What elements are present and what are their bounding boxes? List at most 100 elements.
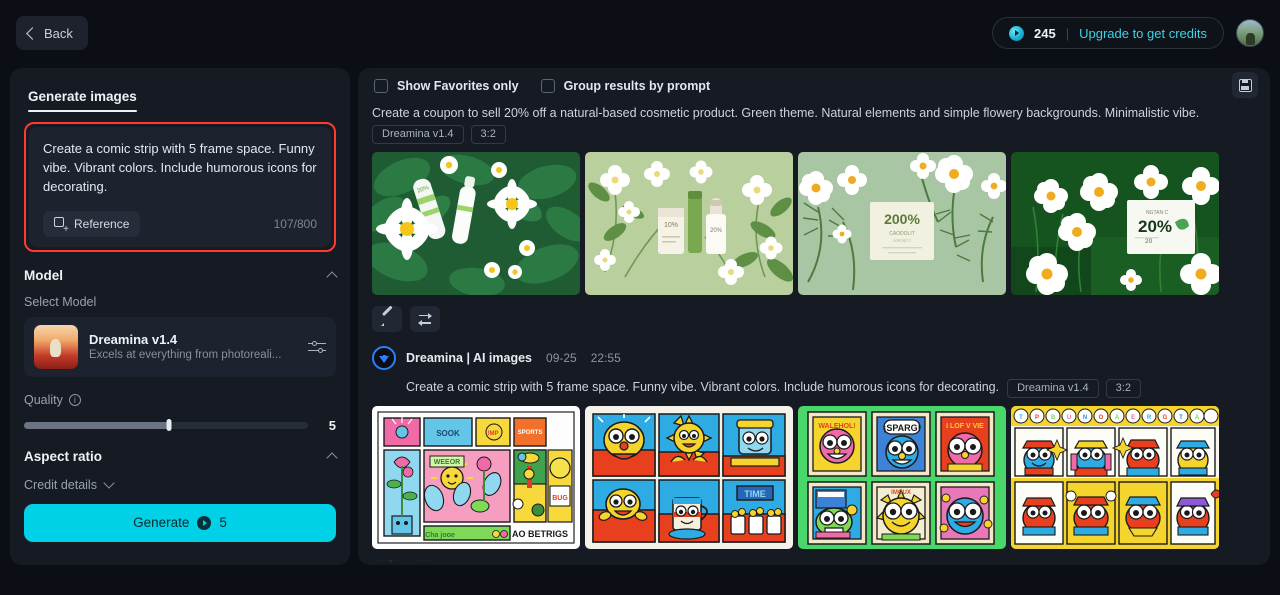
svg-text:SPORTS: SPORTS [518, 430, 543, 436]
result-actions [372, 306, 1256, 333]
edit-button[interactable] [372, 560, 402, 565]
top-bar: Back 245 | Upgrade to get credits [0, 0, 1280, 66]
edit-button[interactable] [372, 306, 402, 333]
tag-aspect-ratio: 3:2 [470, 125, 506, 145]
chevron-up-icon[interactable] [326, 451, 338, 464]
regenerate-button[interactable] [410, 560, 440, 565]
quality-slider-fill [24, 421, 169, 429]
save-icon [1238, 78, 1252, 92]
prompt-highlight-ring: Create a comic strip with 5 frame space.… [24, 122, 336, 252]
model-section-title: Model [24, 267, 63, 283]
svg-text:IMOUX: IMOUX [891, 490, 911, 496]
quality-slider[interactable] [24, 419, 308, 432]
result-image-row: SOOK !MP SPORTS WEEOR BUG Cha jooe AO BE… [372, 406, 1256, 550]
back-button[interactable]: Back [16, 16, 88, 50]
svg-text:CAODOLIT: CAODOLIT [889, 231, 915, 237]
result-thumbnail[interactable]: TP BU NO AE RG TA [1011, 406, 1219, 550]
model-card[interactable]: Dreamina v1.4 Excels at everything from … [24, 316, 336, 377]
pencil-icon [380, 313, 394, 326]
group-results-checkbox[interactable]: Group results by prompt [540, 79, 711, 93]
back-button-label: Back [44, 25, 73, 41]
save-collection-button[interactable] [1232, 72, 1258, 98]
panel-tab-row: Generate images [10, 68, 350, 112]
result-thumbnail[interactable]: NGTAN C 20% 20 [1011, 152, 1219, 296]
credit-details-toggle[interactable]: Credit details [24, 477, 336, 492]
result-thumbnail[interactable]: WALEHOL! ¡SPARG! I LOF V VIE IMOUX [798, 406, 1006, 550]
result-actions [372, 560, 1256, 565]
quality-slider-handle[interactable] [166, 419, 172, 432]
prompt-input[interactable]: Create a comic strip with 5 frame space.… [29, 127, 331, 247]
result-body: Create a comic strip with 5 frame space.… [372, 377, 1256, 399]
result-header: Dreamina | AI images 09-25 22:55 [372, 346, 1256, 371]
result-time: 22:55 [590, 351, 621, 366]
svg-text:WALEHOL!: WALEHOL! [818, 423, 855, 430]
info-icon[interactable]: i [68, 393, 81, 406]
model-name: Dreamina v1.4 [89, 332, 178, 348]
aspect-ratio-section-header[interactable]: Aspect ratio [24, 448, 338, 464]
svg-text:I LOF V VIE: I LOF V VIE [946, 423, 984, 430]
result-date: 09-25 [546, 351, 577, 366]
results-scroll-area[interactable]: Create a coupon to sell 20% off a natura… [358, 104, 1270, 565]
svg-text:!MP: !MP [488, 431, 499, 437]
svg-text:T: T [1019, 415, 1023, 421]
tab-generate-images[interactable]: Generate images [28, 89, 137, 112]
results-panel: Show Favorites only Group results by pro… [358, 68, 1270, 565]
svg-text:¡SPARG!: ¡SPARG! [883, 423, 920, 433]
model-meta: Dreamina v1.4 Excels at everything from … [89, 332, 297, 361]
download-badge-icon[interactable] [372, 346, 396, 371]
checkbox-box [374, 79, 388, 93]
generate-panel: Generate images Create a comic strip wit… [10, 68, 350, 565]
svg-text:20%: 20% [710, 228, 723, 234]
result-thumbnail[interactable]: 20% [372, 152, 580, 296]
credits-separator: | [1065, 25, 1070, 41]
svg-text:O: O [1099, 415, 1104, 421]
credit-coin-icon [197, 515, 212, 530]
regenerate-button[interactable] [410, 306, 440, 333]
result-prompt-line: Create a coupon to sell 20% off a natura… [372, 104, 1256, 145]
top-bar-right: 245 | Upgrade to get credits [992, 17, 1264, 49]
svg-text:TIME: TIME [744, 489, 766, 499]
character-counter: 107/800 [273, 216, 317, 231]
show-favorites-checkbox[interactable]: Show Favorites only [374, 79, 519, 93]
download-arrow-icon [379, 354, 389, 363]
result-thumbnail[interactable]: SOOK !MP SPORTS WEEOR BUG Cha jooe AO BE… [372, 406, 580, 550]
svg-text:NGTAN C: NGTAN C [1146, 210, 1169, 216]
svg-text:T: T [1179, 415, 1183, 421]
model-section-header[interactable]: Model [24, 267, 338, 283]
chevron-up-icon[interactable] [326, 270, 338, 283]
result-block: Dreamina | AI images 09-25 22:55 Create … [358, 346, 1270, 565]
credits-count: 245 [1034, 25, 1056, 41]
result-image-row: 20% 10% 20% 200% CAODOLIT COPOSIT T NGTA… [372, 152, 1256, 296]
result-thumbnail[interactable]: TIME [585, 406, 793, 550]
show-favorites-label: Show Favorites only [397, 79, 519, 93]
generate-button[interactable]: Generate 5 [24, 503, 336, 542]
tag-model: Dreamina v1.4 [1007, 379, 1099, 399]
group-results-label: Group results by prompt [563, 79, 711, 93]
tab-generate-images-label: Generate images [28, 89, 137, 104]
add-image-icon [54, 217, 69, 235]
svg-text:200%: 200% [884, 211, 920, 227]
reference-button-label: Reference [74, 216, 130, 231]
credit-details-label: Credit details [24, 477, 97, 492]
svg-text:U: U [1067, 415, 1071, 421]
svg-text:10%: 10% [664, 222, 678, 229]
result-thumbnail[interactable]: 200% CAODOLIT COPOSIT T [798, 152, 1006, 296]
result-block: Create a coupon to sell 20% off a natura… [358, 104, 1270, 333]
prompt-footer: Reference 107/800 [43, 210, 317, 237]
result-thumbnail[interactable]: 10% 20% [585, 152, 793, 296]
svg-text:G: G [1163, 415, 1168, 421]
reference-button[interactable]: Reference [43, 210, 141, 237]
quality-label: Quality [24, 392, 63, 407]
aspect-ratio-title: Aspect ratio [24, 448, 103, 464]
prompt-text: Create a comic strip with 5 frame space.… [43, 141, 317, 194]
upgrade-link[interactable]: Upgrade to get credits [1079, 26, 1207, 41]
svg-text:A: A [1195, 415, 1200, 421]
result-prompt-text: Create a coupon to sell 20% off a natura… [372, 106, 1200, 120]
svg-text:B: B [1051, 415, 1056, 421]
credits-pill[interactable]: 245 | Upgrade to get credits [992, 17, 1224, 49]
result-spacer [358, 332, 1270, 346]
avatar[interactable] [1236, 19, 1264, 47]
model-settings-icon[interactable] [308, 338, 326, 356]
checkbox-box [540, 79, 555, 93]
quality-slider-row: 5 [24, 418, 336, 433]
